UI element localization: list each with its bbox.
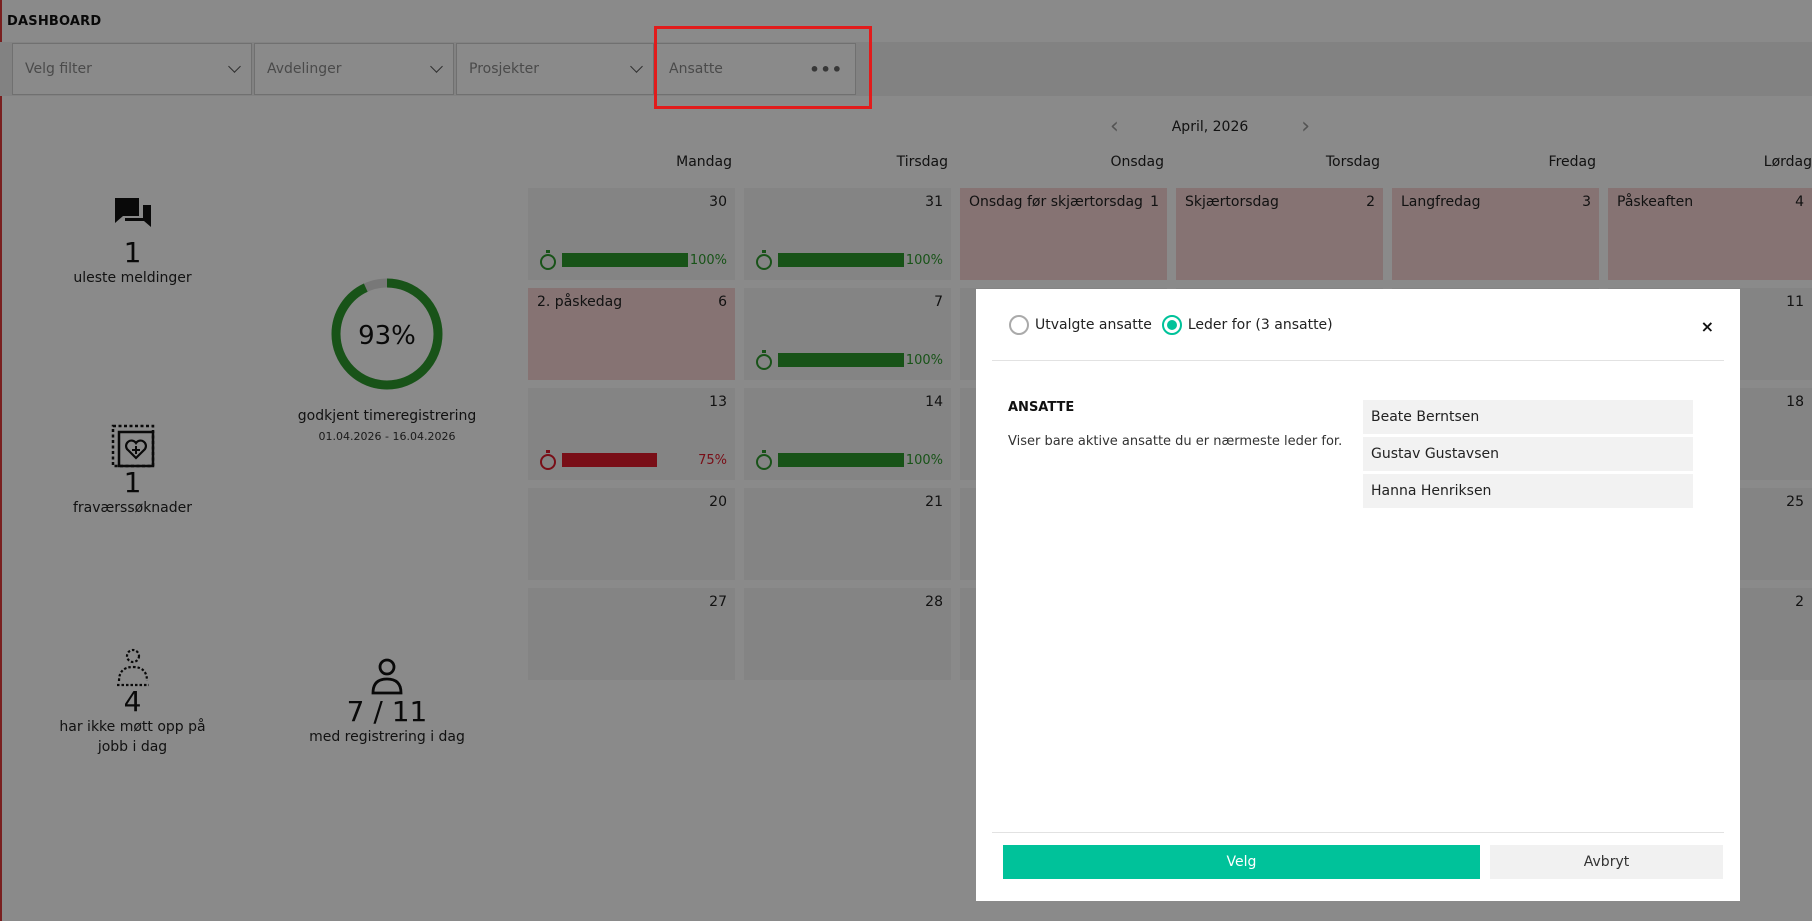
footer-divider <box>992 832 1724 833</box>
section-description: Viser bare aktive ansatte du er nærmeste… <box>1008 434 1343 449</box>
radio-leder-label: Leder for (3 ansatte) <box>1187 317 1333 333</box>
section-title: ANSATTE <box>1008 400 1075 415</box>
employee-scope-radios: Utvalgte ansatte Leder for (3 ansatte) <box>1009 309 1343 341</box>
app-root: DASHBOARD Velg filter Avdelinger Prosjek… <box>0 0 1812 921</box>
employee-select-dialog: Utvalgte ansatte Leder for (3 ansatte) ×… <box>976 289 1740 901</box>
close-icon[interactable]: × <box>1701 317 1714 336</box>
velg-button[interactable]: Velg <box>1003 845 1480 879</box>
radio-leder-for[interactable]: Leder for (3 ansatte) <box>1161 315 1333 335</box>
radio-utvalgte-label: Utvalgte ansatte <box>1035 317 1152 333</box>
employee-list-item[interactable]: Hanna Henriksen <box>1363 474 1693 508</box>
employee-list-item[interactable]: Beate Berntsen <box>1363 400 1693 434</box>
radio-utvalgte-ansatte[interactable]: Utvalgte ansatte <box>1009 315 1152 335</box>
avbryt-button[interactable]: Avbryt <box>1490 845 1723 879</box>
employee-list-item[interactable]: Gustav Gustavsen <box>1363 437 1693 471</box>
radio-circle-selected[interactable] <box>1161 315 1182 335</box>
radio-circle[interactable] <box>1009 315 1029 335</box>
header-divider <box>992 360 1724 361</box>
